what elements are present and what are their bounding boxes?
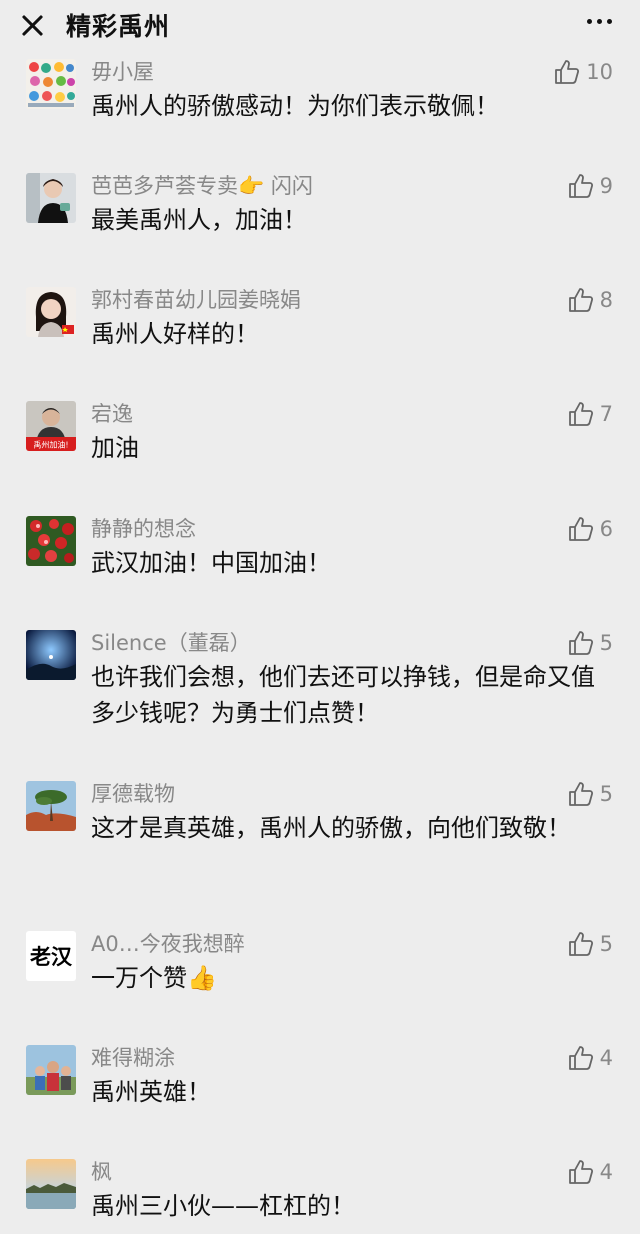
comment-text: 一万个赞👍: [91, 964, 217, 992]
commenter-name[interactable]: 厚德载物: [91, 778, 175, 808]
svg-text:禹州加油!: 禹州加油!: [33, 440, 68, 450]
avatar[interactable]: 禹州加油!: [26, 401, 76, 451]
avatar[interactable]: 老汉: [26, 931, 76, 981]
commenter-name[interactable]: 郭村春苗幼儿园姜晓娟: [91, 284, 301, 314]
like-button[interactable]: 5: [568, 931, 613, 957]
comment-text: 禹州人好样的！: [91, 320, 259, 348]
thumbs-up-icon: [568, 932, 593, 956]
commenter-name[interactable]: A0…今夜我想醉: [91, 928, 245, 958]
like-count: 5: [599, 782, 613, 806]
comment-text: 也许我们会想，他们去还可以挣钱，但是命又值多少钱呢？为勇士们点赞！: [91, 663, 595, 727]
more-icon[interactable]: [587, 19, 612, 24]
comment-text: 禹州三小伙——杠杠的！: [91, 1192, 355, 1220]
comment-text: 禹州英雄！: [91, 1078, 211, 1106]
like-count: 9: [599, 174, 613, 198]
avatar[interactable]: [26, 173, 76, 223]
comment-text: 加油: [91, 434, 139, 462]
like-count: 6: [599, 517, 613, 541]
page-title: 精彩禹州: [66, 12, 171, 41]
commenter-name[interactable]: 芭芭多芦荟专卖👉 闪闪: [91, 170, 313, 200]
avatar[interactable]: [26, 1045, 76, 1095]
like-button[interactable]: 5: [568, 630, 613, 656]
avatar[interactable]: [26, 516, 76, 566]
thumbs-up-icon: [568, 1046, 593, 1070]
thumbs-up-icon: [568, 782, 593, 806]
commenter-name[interactable]: 宕逸: [91, 398, 133, 428]
like-button[interactable]: 10: [554, 59, 613, 85]
like-count: 5: [599, 932, 613, 956]
top-bar: 精彩禹州: [0, 0, 640, 50]
like-button[interactable]: 7: [568, 401, 613, 427]
like-count: 7: [599, 402, 613, 426]
thumbs-up-icon: [568, 1160, 593, 1184]
avatar[interactable]: [26, 781, 76, 831]
comment-text: 武汉加油！中国加油！: [91, 549, 331, 577]
svg-text:老汉: 老汉: [30, 944, 73, 969]
like-count: 10: [586, 60, 613, 84]
like-count: 5: [599, 631, 613, 655]
avatar[interactable]: [26, 59, 76, 109]
commenter-name[interactable]: 枫: [91, 1156, 112, 1186]
avatar[interactable]: [26, 1159, 76, 1209]
like-button[interactable]: 6: [568, 516, 613, 542]
thumbs-up-icon: [568, 517, 593, 541]
comment-text: 禹州人的骄傲感动！为你们表示敬佩！: [91, 92, 499, 120]
like-count: 4: [599, 1160, 613, 1184]
like-button[interactable]: 9: [568, 173, 613, 199]
close-icon[interactable]: [18, 10, 48, 40]
thumbs-up-icon: [568, 402, 593, 426]
avatar[interactable]: [26, 630, 76, 680]
like-button[interactable]: 4: [568, 1159, 613, 1185]
comment-text: 这才是真英雄，禹州人的骄傲，向他们致敬！: [91, 814, 571, 842]
thumbs-up-icon: [568, 631, 593, 655]
like-count: 4: [599, 1046, 613, 1070]
commenter-name[interactable]: 毋小屋: [91, 56, 154, 86]
thumbs-up-icon: [568, 174, 593, 198]
commenter-name[interactable]: 静静的想念: [91, 513, 196, 543]
avatar[interactable]: [26, 287, 76, 337]
thumbs-up-icon: [568, 288, 593, 312]
like-button[interactable]: 8: [568, 287, 613, 313]
like-button[interactable]: 4: [568, 1045, 613, 1071]
like-button[interactable]: 5: [568, 781, 613, 807]
thumbs-up-icon: [555, 60, 580, 84]
comment-text: 最美禹州人，加油！: [91, 206, 307, 234]
like-count: 8: [599, 288, 613, 312]
commenter-name[interactable]: 难得糊涂: [91, 1042, 175, 1072]
commenter-name[interactable]: Silence（董磊）: [91, 627, 251, 657]
